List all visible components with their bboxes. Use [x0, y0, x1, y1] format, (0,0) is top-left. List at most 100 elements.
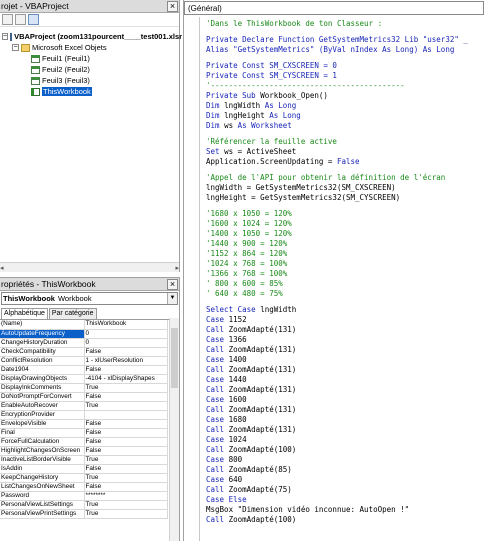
- property-value[interactable]: 1 - xlUserResolution: [84, 356, 168, 366]
- scroll-left-icon[interactable]: ◂: [0, 264, 4, 272]
- property-value[interactable]: True: [84, 500, 168, 510]
- code-line: Case 1680: [206, 415, 247, 424]
- collapse-icon[interactable]: −: [12, 44, 19, 51]
- code-line: ' 640 x 480 = 75%: [206, 289, 283, 298]
- code-line: Call ZoomAdapté(85): [206, 465, 292, 474]
- tree-node-label: Feuil1 (Feuil1): [42, 54, 90, 63]
- chevron-down-icon[interactable]: ▼: [167, 293, 177, 304]
- code-line: '---------------------------------------…: [206, 81, 405, 90]
- code-line: Call ZoomAdapté(100): [206, 515, 297, 524]
- tab-par-categorie[interactable]: Par catégorie: [48, 308, 97, 319]
- property-row[interactable]: EncryptionProvider: [0, 410, 168, 420]
- property-name: HighlightChangesOnScreen: [0, 446, 85, 456]
- property-name: InactiveListBorderVisible: [0, 455, 85, 465]
- property-row[interactable]: AutoUpdateFrequency 0: [0, 329, 168, 339]
- property-value[interactable]: [84, 410, 168, 420]
- property-row[interactable]: EnableAutoRecover True: [0, 401, 168, 411]
- property-name: CheckCompatibility: [0, 347, 85, 357]
- property-row[interactable]: CheckCompatibility False: [0, 347, 168, 357]
- property-row[interactable]: Date1904 False: [0, 365, 168, 375]
- property-name: (Name): [0, 320, 85, 330]
- property-row[interactable]: InactiveListBorderVisible True: [0, 455, 168, 465]
- worksheet-icon: [31, 54, 40, 63]
- property-row[interactable]: IsAddin False: [0, 464, 168, 474]
- view-object-button[interactable]: [15, 14, 26, 25]
- collapse-icon[interactable]: −: [2, 33, 9, 40]
- property-value[interactable]: True: [84, 401, 168, 411]
- tree-node-thisworkbook[interactable]: ThisWorkbook: [0, 86, 179, 97]
- property-row[interactable]: Final False: [0, 428, 168, 438]
- folder-icon: [21, 43, 30, 52]
- properties-vertical-scrollbar[interactable]: [169, 318, 179, 541]
- property-row[interactable]: ConflictResolution 1 - xlUserResolution: [0, 356, 168, 366]
- property-value[interactable]: False: [84, 347, 168, 357]
- worksheet-icon: [31, 65, 40, 74]
- property-row[interactable]: DisplayInkComments True: [0, 383, 168, 393]
- code-line: '1366 x 768 = 100%: [206, 269, 288, 278]
- toggle-folders-button[interactable]: [28, 14, 39, 25]
- property-row[interactable]: DoNotPromptForConvert False: [0, 392, 168, 402]
- view-code-button[interactable]: [2, 14, 13, 25]
- property-value[interactable]: 0: [84, 329, 168, 339]
- object-selector-dropdown[interactable]: ThisWorkbook Workbook ▼: [1, 292, 178, 305]
- property-name: DoNotPromptForConvert: [0, 392, 85, 402]
- property-row[interactable]: EnvelopeVisible False: [0, 419, 168, 429]
- property-name: Final: [0, 428, 85, 438]
- property-row[interactable]: (Name) ThisWorkbook: [0, 320, 168, 330]
- property-name: ConflictResolution: [0, 356, 85, 366]
- property-value[interactable]: ThisWorkbook: [84, 320, 168, 330]
- property-name: DisplayDrawingObjects: [0, 374, 85, 384]
- object-combo-value: (Général): [188, 3, 222, 13]
- property-value[interactable]: -4104 - xlDisplayShapes: [84, 374, 168, 384]
- code-line: '1152 x 864 = 120%: [206, 249, 288, 258]
- code-margin-indicator-bar[interactable]: [184, 17, 200, 541]
- property-row[interactable]: ListChangesOnNewSheet False: [0, 482, 168, 492]
- property-value[interactable]: False: [84, 392, 168, 402]
- tree-node-feuil3[interactable]: Feuil3 (Feuil3): [0, 75, 179, 86]
- tab-alphabetique[interactable]: Alphabétique: [1, 308, 48, 319]
- close-icon[interactable]: ×: [167, 0, 178, 12]
- tree-node-feuil1[interactable]: Feuil1 (Feuil1): [0, 53, 179, 64]
- properties-grid: (Name) ThisWorkbook AutoUpdateFrequency 0 Ch…: [0, 320, 168, 519]
- property-value[interactable]: True: [84, 473, 168, 483]
- code-line: '1680 x 1050 = 120%: [206, 209, 292, 218]
- close-icon[interactable]: ×: [167, 278, 178, 290]
- property-value[interactable]: False: [84, 419, 168, 429]
- property-value[interactable]: False: [84, 482, 168, 492]
- property-row[interactable]: DisplayDrawingObjects -4104 - xlDisplaySh…: [0, 374, 168, 384]
- property-value[interactable]: False: [84, 428, 168, 438]
- project-horizontal-scrollbar[interactable]: ◂ ▸: [0, 262, 179, 272]
- code-line: Case 1400: [206, 355, 247, 364]
- project-explorer-panel: rojet - VBAProject × − VBAProject (zoom1…: [0, 0, 183, 272]
- tree-node-excel-objects[interactable]: − Microsoft Excel Objets: [0, 42, 179, 53]
- code-line: Private Const SM_CXSCREEN = 0: [206, 61, 337, 70]
- property-value[interactable]: True: [84, 383, 168, 393]
- property-row[interactable]: HighlightChangesOnScreen False: [0, 446, 168, 456]
- property-row[interactable]: Password ********: [0, 491, 168, 501]
- selected-object-name: ThisWorkbook: [3, 294, 55, 303]
- property-row[interactable]: KeepChangeHistory True: [0, 473, 168, 483]
- object-combo[interactable]: (Général): [184, 1, 484, 15]
- property-value[interactable]: False: [84, 446, 168, 456]
- code-line: Alias "GetSystemMetrics" (ByVal nIndex A…: [206, 45, 455, 54]
- code-line: '1600 x 1024 = 120%: [206, 219, 292, 228]
- property-value[interactable]: True: [84, 509, 168, 519]
- property-value[interactable]: False: [84, 464, 168, 474]
- property-value[interactable]: False: [84, 365, 168, 375]
- property-value[interactable]: False: [84, 437, 168, 447]
- property-row[interactable]: PersonalViewPrintSettings True: [0, 509, 168, 519]
- vba-project-icon: [10, 32, 13, 41]
- property-row[interactable]: ChangeHistoryDuration 0: [0, 338, 168, 348]
- property-row[interactable]: PersonalViewListSettings True: [0, 500, 168, 510]
- property-value[interactable]: True: [84, 455, 168, 465]
- tree-node-feuil2[interactable]: Feuil2 (Feuil2): [0, 64, 179, 75]
- property-row[interactable]: ForceFullCalculation False: [0, 437, 168, 447]
- property-value[interactable]: 0: [84, 338, 168, 348]
- property-value[interactable]: ********: [84, 491, 168, 501]
- tree-node-label: VBAProject (zoom131pourcent____test001.x…: [14, 32, 183, 41]
- tree-node-vbaproject[interactable]: − VBAProject (zoom131pourcent____test001…: [0, 31, 183, 42]
- scrollbar-thumb[interactable]: [171, 328, 178, 388]
- code-line: Dim ws As Worksheet: [206, 121, 292, 130]
- scroll-right-icon[interactable]: ▸: [175, 264, 179, 272]
- code-editor[interactable]: 'Dans le ThisWorkbook de ton Classeur : …: [206, 19, 487, 541]
